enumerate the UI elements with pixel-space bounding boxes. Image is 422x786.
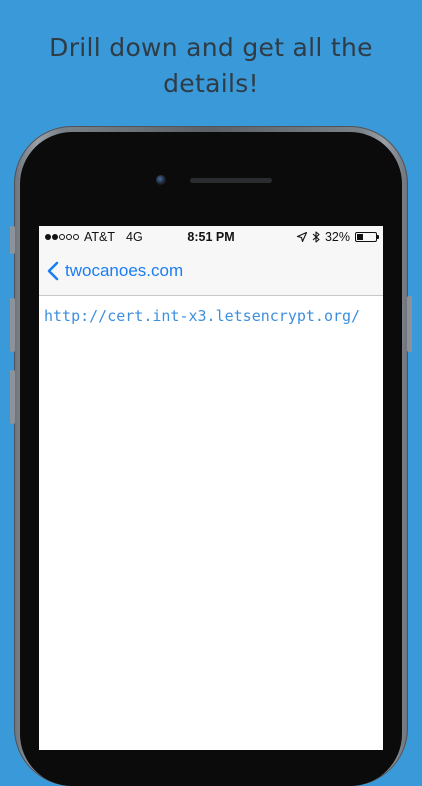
volume-up-button (10, 298, 15, 352)
navigation-bar: twocanoes.com (39, 248, 383, 296)
headline-line-2: details! (163, 69, 259, 98)
front-camera-icon (156, 175, 166, 185)
battery-fill (357, 234, 363, 240)
phone-screen: AT&T 4G 8:51 PM 32% twocanoes.com http:/… (39, 226, 383, 750)
location-arrow-icon (296, 232, 307, 242)
back-button[interactable]: twocanoes.com (47, 261, 183, 281)
status-bar: AT&T 4G 8:51 PM 32% (39, 226, 383, 248)
mute-switch (10, 226, 15, 254)
headline-line-1: Drill down and get all the (49, 33, 373, 62)
status-right: 32% (296, 230, 379, 244)
battery-percent: 32% (324, 230, 350, 244)
volume-down-button (10, 370, 15, 424)
battery-icon (355, 232, 379, 242)
back-button-label: twocanoes.com (65, 261, 184, 280)
url-link[interactable]: http://cert.int-x3.letsencrypt.org/ (44, 305, 374, 327)
power-button (407, 296, 412, 352)
earpiece-speaker (190, 178, 272, 183)
bluetooth-icon (312, 231, 320, 243)
chevron-left-icon (47, 261, 59, 281)
promo-headline: Drill down and get all the details! (0, 30, 422, 102)
